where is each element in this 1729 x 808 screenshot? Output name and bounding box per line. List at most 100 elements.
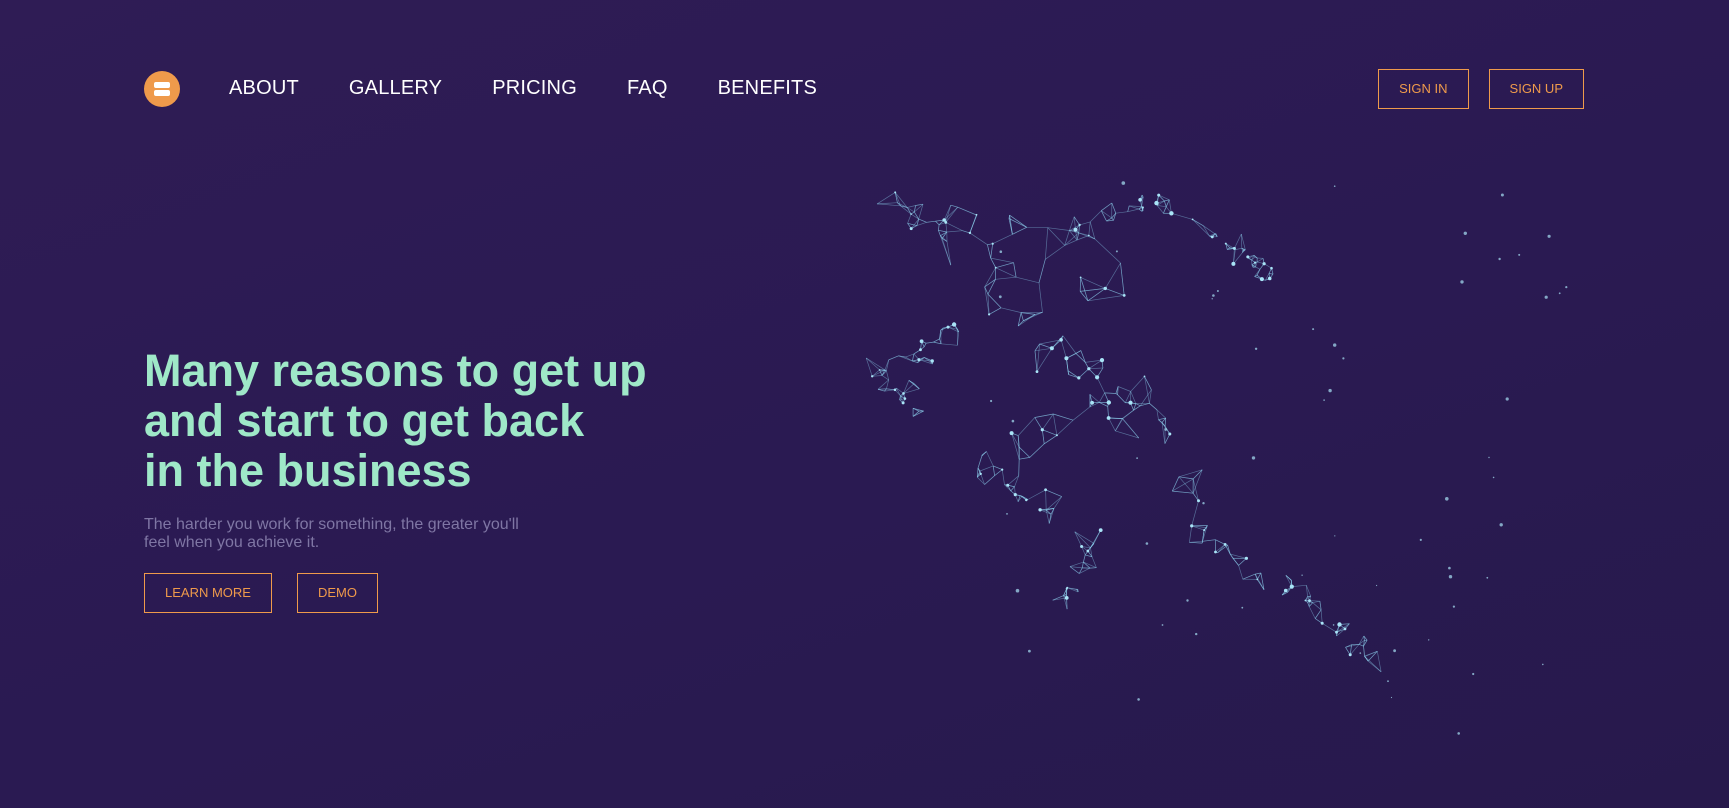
particle (1195, 632, 1198, 636)
particle (1015, 588, 1020, 593)
mesh-line (1069, 561, 1084, 567)
particle (1334, 535, 1336, 537)
nav-item-faq[interactable]: FAQ (627, 77, 668, 100)
mesh-line (1044, 435, 1058, 445)
mesh-line (1017, 417, 1036, 436)
nav-item-benefits[interactable]: BENEFITS (718, 77, 817, 100)
mesh-line (945, 222, 963, 232)
learn-more-button[interactable]: LEARN MORE (144, 573, 272, 613)
mesh-line (1122, 409, 1134, 419)
mesh-line (1358, 635, 1365, 645)
mesh-node (1343, 627, 1347, 631)
mesh-line (1192, 469, 1203, 494)
mesh-node (946, 325, 950, 329)
hero-title: Many reasons to get up and start to get … (144, 346, 764, 496)
sign-up-button[interactable]: SIGN UP (1488, 69, 1584, 109)
particle (1457, 732, 1460, 735)
particle (1359, 652, 1362, 654)
mesh-line (1189, 540, 1203, 543)
mesh-line (1256, 258, 1264, 263)
mesh-node (1256, 578, 1259, 581)
hero-actions: LEARN MORE DEMO (144, 573, 378, 613)
mesh-node (1086, 549, 1090, 553)
mesh-node (1128, 400, 1133, 405)
mesh-line (945, 205, 952, 223)
mesh-node (1157, 193, 1161, 197)
mesh-line (1087, 295, 1125, 302)
mesh-line (926, 220, 936, 223)
mesh-line (1034, 347, 1052, 352)
mesh-node (1191, 218, 1194, 221)
hero-subtitle-line: feel when you achieve it. (144, 534, 320, 551)
mesh-line (1052, 413, 1058, 436)
mesh-line (933, 338, 940, 343)
mesh-node (1099, 358, 1105, 363)
mesh-node (1038, 508, 1042, 512)
mesh-line (990, 257, 997, 268)
mesh-node (902, 392, 905, 395)
mesh-line (1088, 367, 1103, 370)
mesh-node (894, 191, 897, 194)
mesh-node (893, 388, 897, 392)
mesh-line (1178, 476, 1194, 494)
mesh-line (1138, 208, 1143, 212)
mesh-node (1197, 499, 1200, 503)
mesh-line (933, 341, 942, 345)
mesh-line (1115, 430, 1139, 439)
mesh-line (1111, 202, 1117, 214)
mesh-node (871, 375, 874, 378)
particle (1448, 566, 1451, 570)
mesh-line (1072, 406, 1091, 421)
mesh-dots (871, 181, 1568, 735)
mesh-line (1256, 572, 1262, 580)
particle (1136, 457, 1138, 459)
nav-item-gallery[interactable]: GALLERY (349, 77, 442, 100)
nav-item-about[interactable]: ABOUT (229, 77, 299, 100)
mesh-line (1127, 205, 1130, 212)
mesh-line (1117, 394, 1126, 403)
particle (999, 250, 1003, 253)
particle (1486, 576, 1489, 579)
particle (990, 399, 993, 403)
mesh-line (908, 380, 915, 384)
mesh-line (876, 192, 896, 205)
particle (1393, 649, 1396, 653)
mesh-line (1039, 509, 1052, 515)
particle (1390, 696, 1393, 699)
mesh-line (941, 343, 958, 346)
particle (1452, 605, 1455, 608)
particle (1301, 574, 1303, 576)
nav-item-pricing[interactable]: PRICING (492, 77, 577, 100)
mesh-line (1034, 417, 1043, 430)
logo-icon[interactable] (144, 71, 180, 107)
demo-button[interactable]: DEMO (296, 573, 378, 613)
mesh-line (969, 215, 978, 234)
mesh-node (1064, 596, 1069, 600)
mesh-line (946, 230, 963, 233)
mesh-node (1138, 198, 1142, 202)
sign-in-button[interactable]: SIGN IN (1378, 69, 1469, 109)
mesh-node (1308, 599, 1311, 602)
mesh-node (1154, 200, 1159, 206)
mesh-node (1090, 400, 1094, 405)
mesh-node (1087, 234, 1090, 237)
mesh-line (1120, 262, 1125, 296)
hero-subtitle: The harder you work for something, the g… (144, 516, 564, 552)
mesh-line (1062, 335, 1077, 354)
mesh-line (988, 307, 1002, 315)
mesh-line (1041, 429, 1045, 444)
mesh-line (1117, 386, 1119, 395)
mesh-line (995, 276, 1017, 280)
auth-buttons: SIGN IN SIGN UP (1378, 69, 1584, 109)
mesh-line (1164, 433, 1171, 444)
mesh-line (1285, 575, 1292, 581)
mesh-node (1055, 434, 1058, 437)
mesh-line (1088, 221, 1091, 236)
particle (1011, 419, 1015, 423)
mesh-line (1233, 248, 1235, 264)
particle (1460, 280, 1464, 284)
mesh-line (1083, 554, 1086, 563)
mesh-line (1164, 200, 1167, 207)
mesh-node (1141, 206, 1144, 209)
mesh-line (938, 224, 940, 231)
